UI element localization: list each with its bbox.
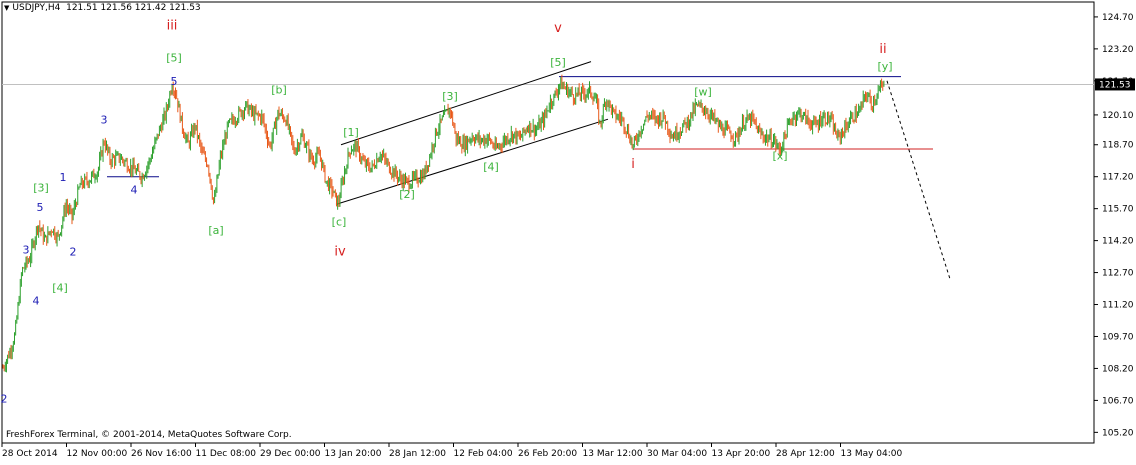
wave-label: [5] [166,52,182,65]
y-tick-label: 123.20 [1102,45,1134,55]
wave-label: 3 [23,243,30,256]
wave-label: [y] [877,60,892,73]
x-tick-label: 13 Apr 20:00 [712,449,771,459]
y-tick-label: 109.70 [1102,332,1134,342]
x-tick-label: 28 Apr 12:00 [776,449,835,459]
x-tick-label: 29 Dec 00:00 [260,449,321,459]
wave-label: [a] [208,224,223,237]
x-tick-label: 30 Mar 04:00 [647,449,707,459]
y-tick-label: 117.20 [1102,173,1134,183]
wave-label: v [554,21,562,36]
wave-label: ii [879,42,886,57]
x-tick-label: 13 Mar 12:00 [583,449,643,459]
x-tick-label: 13 Jan 20:00 [325,449,382,459]
wave-label: [3] [33,182,49,195]
y-tick-label: 111.20 [1102,301,1134,311]
wave-label: 3 [101,113,108,126]
wave-label: iv [334,245,346,260]
wave-label: 2 [70,246,77,259]
x-tick-label: 28 Oct 2014 [2,449,58,459]
y-tick-label: 124.70 [1102,13,1134,23]
y-tick-label: 112.70 [1102,269,1134,279]
copyright-text: FreshForex Terminal, © 2001-2014, MetaQu… [6,430,292,440]
x-tick-label: 12 Feb 04:00 [454,449,513,459]
plot-frame [1,1,1095,444]
y-tick-label: 108.20 [1102,364,1134,374]
y-tick-label: 120.10 [1102,111,1134,121]
y-tick-label: 114.20 [1102,237,1134,247]
y-tick-label: 118.70 [1102,141,1134,151]
ohlc-readout: 121.51 121.56 121.42 121.53 [66,3,201,13]
price-chart[interactable]: iii[5]5341[3]53 2[4]42[b][a][c]iv[1][2][3… [0,0,1136,461]
x-tick-label: 11 Dec 08:00 [196,449,257,459]
y-tick-label: 106.70 [1102,396,1134,406]
y-tick-label: 115.70 [1102,205,1134,215]
wave-label: 5 [37,201,44,214]
wave-label: 4 [33,295,40,308]
wave-label: [3] [442,90,458,103]
symbol-label: USDJPY,H4 [12,3,61,13]
triangle-down-icon[interactable]: ▼ [4,4,9,12]
wave-label: [b] [271,84,287,97]
wave-label: [c] [332,216,347,229]
x-tick-label: 13 May 04:00 [841,449,903,459]
wave-label: 5 [171,75,178,88]
wave-label: [4] [52,282,68,295]
y-tick-label: 105.20 [1102,428,1134,438]
wave-label: [2] [399,188,415,201]
wave-label: [w] [694,86,712,99]
chart-window: iii [5] 5 3 4 1 [3] 5 3 2 [4] 4 2 [b] [a] [c] iv [1] [2] [3… [0,0,1136,461]
wave-label: [5] [550,56,566,69]
x-tick-label: 26 Feb 20:00 [518,449,577,459]
x-tick-label: 26 Nov 16:00 [131,449,192,459]
x-tick-label: 28 Jan 12:00 [389,449,446,459]
wave-label: [4] [483,160,499,173]
wave-label: iii [167,19,178,34]
wave-label: [x] [772,150,787,163]
wave-label: 4 [131,184,138,197]
wave-label: i [631,157,635,172]
chart-header: ▼ USDJPY,H4 121.51 121.56 121.42 121.53 [4,3,201,13]
wave-label: [1] [343,126,359,139]
wave-label: 1 [60,171,67,184]
current-price-label: 121.53 [1099,80,1131,90]
wave-label: 2 [1,393,8,406]
x-tick-label: 12 Nov 00:00 [67,449,128,459]
